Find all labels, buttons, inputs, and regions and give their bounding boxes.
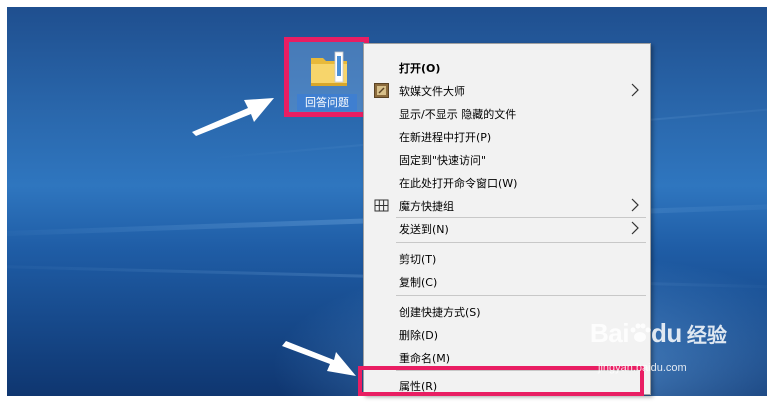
menu-item-label: 显示/不显示 隐藏的文件 [399,108,517,121]
menu-item-open[interactable]: 打开(O) [364,56,650,79]
grid-icon [374,199,389,212]
annotation-arrow-icon [282,341,356,376]
menu-item-open-command-window[interactable]: 在此处打开命令窗口(W) [364,171,650,194]
menu-item-label: 魔方快捷组 [399,200,454,213]
menu-item-cut[interactable]: 剪切(T) [364,247,650,270]
menu-item-label: 删除(D) [399,329,439,342]
menu-item-file-master[interactable]: 软媒文件大师 [364,79,650,102]
watermark-brand: Bai [590,318,629,348]
menu-item-label: 固定到"快速访问" [399,154,487,167]
chevron-right-icon [631,198,639,212]
file-master-icon [374,83,389,98]
watermark-brand-cn: 经验 [686,323,727,347]
menu-item-send-to[interactable]: 发送到(N) [364,217,650,240]
menu-separator [396,295,646,296]
menu-item-label: 重命名(M) [399,352,451,365]
paw-icon [630,323,651,342]
menu-item-copy[interactable]: 复制(C) [364,270,650,293]
menu-item-label: 剪切(T) [399,253,437,266]
menu-item-open-new-process[interactable]: 在新进程中打开(P) [364,125,650,148]
menu-item-label: 复制(C) [399,276,438,289]
watermark-brand-suffix: du [650,318,682,348]
menu-item-label: 创建快捷方式(S) [399,306,481,319]
desktop-folder-icon[interactable]: 回答问题 [284,37,369,117]
menu-item-label: 打开(O) [399,62,441,75]
menu-separator [396,242,646,243]
menu-item-mofang-shortcuts[interactable]: 魔方快捷组 [364,194,650,217]
menu-item-toggle-hidden[interactable]: 显示/不显示 隐藏的文件 [364,102,650,125]
folder-label: 回答问题 [297,94,357,111]
chevron-right-icon [631,83,639,97]
screenshot-frame: 回答问题 打开(O) 软媒文件大师 显示/不显示 隐藏的文件 在新进程中打开(P… [0,0,774,403]
annotation-arrow-icon [192,98,274,136]
menu-item-label: 在新进程中打开(P) [399,131,492,144]
baidu-watermark: Bai du 经验 jingyan.baidu.com [590,318,727,374]
watermark-url: jingyan.baidu.com [598,362,687,374]
menu-item-label: 在此处打开命令窗口(W) [399,177,518,190]
folder-icon [311,51,347,86]
menu-item-label: 软媒文件大师 [399,85,465,98]
menu-item-pin-quick-access[interactable]: 固定到"快速访问" [364,148,650,171]
menu-item-label: 发送到(N) [399,223,449,236]
chevron-right-icon [631,221,639,235]
